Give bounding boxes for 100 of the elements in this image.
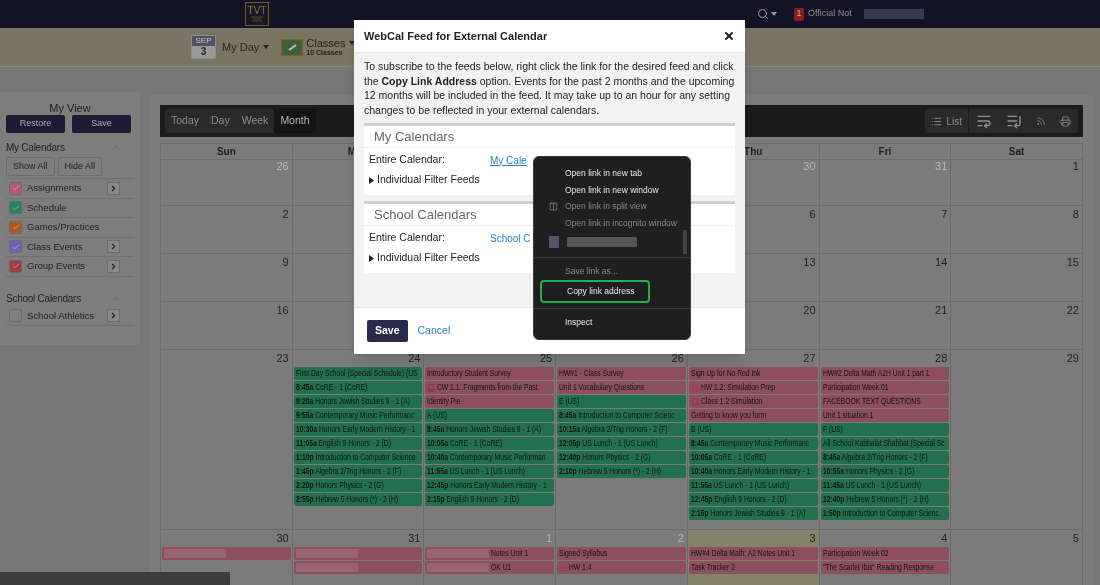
day-cell[interactable]: 15 [951,254,1083,302]
calendar-event[interactable]: Unit 1 situation 1 [820,409,950,422]
calendar-event[interactable]: 10:55a Honors Physics - 2 (G) [820,465,950,478]
calendar-event[interactable]: 10:05a CoRE - 1 (CoRE) [688,451,818,464]
calendar-label[interactable]: Group Events [27,259,107,274]
calendar-event[interactable]: 2:10p Hebrew 5 Honors (*) - 2 (H) [557,465,686,478]
close-icon[interactable] [723,30,735,42]
rss-icon[interactable] [1036,116,1046,126]
calendar-event[interactable]: Notes Unit 1 [425,547,555,560]
calendar-event[interactable]: 10:05a CoRE - 1 (CoRE) [425,437,555,450]
calendar-event[interactable]: E (US) [557,395,686,408]
calendar-event[interactable]: 8:45a Introduction to Computer Scienc [557,409,686,422]
calendar-event[interactable]: 1:50p Introduction to Computer Scienc [820,507,950,520]
calendar-event[interactable]: Unit 1 Vocabulary Questions [557,381,686,394]
calendar-label[interactable]: Assignments [27,181,107,196]
filter-button[interactable]: Show All [6,157,55,176]
calendar-event[interactable]: 8:45a Contemporary Music Performanc [688,437,818,450]
menu-item[interactable]: Open link in new tab [540,165,684,182]
date-icon[interactable]: SEP 3 [191,35,216,59]
wrap-icon[interactable] [976,113,992,129]
calendar-event[interactable]: 12:40p Hebrew 5 Honors (*) - 2 (H) [820,493,950,506]
feed-link[interactable]: School C [490,230,531,246]
calendar-event[interactable]: 10:40a Honors Early Modern History - 1 [688,465,818,478]
my-day-menu[interactable]: My Day [222,38,270,56]
calendar-label[interactable]: Schedule [27,200,134,215]
calendar-event[interactable]: 10:30a Honors Early Modern History - 1 [293,423,423,436]
calendar-event[interactable]: 12:40p Honors Physics - 2 (G) [557,451,686,464]
calendar-event[interactable]: "The Scarlet Ibis" Reading Response [820,561,950,574]
calendar-checkbox[interactable] [9,220,22,234]
calendar-label[interactable]: School Athletics [27,308,107,323]
view-tab[interactable]: Today [165,109,206,133]
calendar-event[interactable]: 11:05a English 9 Honors - 2 (D) [293,437,423,450]
submenu-button[interactable] [107,240,120,254]
view-tab[interactable]: Week [235,109,275,133]
day-cell[interactable]: 31 [819,158,952,206]
print-icon[interactable] [1060,115,1071,127]
day-cell[interactable]: 2 [161,206,293,254]
calendar-event[interactable]: OK U1 [425,561,555,574]
day-cell[interactable] [819,350,952,530]
calendar-event[interactable]: 8:45a CoRE - 1 (CoRE) [293,381,423,394]
calendar-event[interactable]: Identity Pie [425,395,555,408]
day-cell[interactable]: 8 [951,206,1083,254]
calendar-event[interactable]: HW#2 Delta Math A2H Unit 1 part 1 [820,367,950,380]
calendar-event[interactable]: 12:45p Honors Early Modern History - 1 [425,479,555,492]
calendar-event[interactable]: 10:15a Algebra 2/Trig Honors - 2 (F) [557,423,686,436]
calendar-event[interactable]: Task Tracker 2 [688,561,818,574]
calendar-label[interactable]: Games/Practices [27,220,134,235]
calendar-event[interactable]: HW 1.2: Simulation Prep [688,381,818,394]
calendar-event[interactable]: Signed Syllabus [557,547,686,560]
calendar-event[interactable]: F (US) [820,423,950,436]
day-cell[interactable]: 22 [951,302,1083,350]
calendar-event[interactable]: Class 1.2 Simulation [688,395,818,408]
calendar-event[interactable]: HW#4 Delta Math: A2 Notes Unit 1 [688,547,818,560]
calendar-event[interactable]: All School Kabbalat Shabbat (Special Sc [820,437,950,450]
filter-feeds-toggle[interactable]: Individual Filter Feeds [377,172,480,188]
filter-button[interactable]: Hide All [57,157,103,176]
view-tab[interactable]: Month [274,109,316,133]
calendar-event[interactable]: CW 1.1: Fragments from the Past [425,381,555,394]
classes-label[interactable]: Classes [306,38,346,49]
calendar-event[interactable]: 11:55a US Lunch - 1 (US Lunch) [688,479,818,492]
calendar-checkbox[interactable] [9,181,22,195]
calendar-event[interactable]: 12:45p English 9 Honors - 2 (D) [688,493,818,506]
day-cell[interactable]: 16 [161,302,293,350]
calendar-event[interactable]: HW#1 - Class Survey [557,367,686,380]
day-cell[interactable]: 26 [161,158,293,206]
day-cell[interactable]: 7 [819,206,952,254]
calendar-checkbox[interactable] [9,201,22,215]
menu-item[interactable]: Copy link address [540,279,650,304]
view-button[interactable]: Restore [6,115,65,133]
calendar-event[interactable]: 8:45a Honors Jewish Studies 9 - 1 (A) [425,423,555,436]
day-cell[interactable]: 14 [819,254,952,302]
calendar-event[interactable]: 1:10p Introduction to Computer Science [293,451,423,464]
day-cell[interactable]: 21 [819,302,952,350]
day-cell[interactable]: 2 Signed Syllabus HW 1.4 [556,530,688,585]
calendar-event[interactable]: Introductory Student Survey [425,367,555,380]
calendar-event[interactable]: A (US) [425,409,555,422]
calendar-event[interactable]: Participation Week 01 [820,381,950,394]
view-tab[interactable]: Day [205,109,236,133]
day-cell[interactable]: 29 [951,350,1083,530]
menu-item[interactable]: Open link in new window [540,181,684,199]
calendar-event[interactable]: 2:20p Honors Physics - 2 (G) [293,479,423,492]
search-icon[interactable] [757,8,769,20]
calendar-event[interactable]: 12:05p US Lunch - 1 (US Lunch) [557,437,686,450]
day-cell[interactable]: 1 [951,158,1083,206]
calendar-event[interactable]: 9:20a Honors Jewish Studies 9 - 1 (A) [293,395,423,408]
view-button[interactable]: Save [72,115,131,133]
calendar-event[interactable]: Participation Week 02 [820,547,950,560]
calendar-label[interactable]: Class Events [27,239,107,254]
calendar-event[interactable]: 2:55p Hebrew 5 Honors (*) - 2 (H) [293,493,423,506]
calendar-event[interactable]: 2:15p English 9 Honors - 2 (D) [425,493,555,506]
calendar-event[interactable]: First Day School (Special Schedule) (US [293,367,423,380]
calendar-event[interactable]: FACEBOOK TEXT QUESTIONS [820,395,950,408]
cancel-link[interactable]: Cancel [417,323,451,339]
school-logo[interactable]: TVT [245,2,269,26]
chalkboard-icon[interactable] [281,38,304,56]
calendar-event[interactable]: 11:45a US Lunch - 1 (US Lunch) [820,479,950,492]
save-button[interactable]: Save [367,320,408,342]
calendar-event[interactable]: 10:40a Contemporary Music Performan [425,451,555,464]
submenu-button[interactable] [107,181,120,195]
day-cell[interactable]: 1 Notes Unit 1 OK U1 [424,530,557,585]
